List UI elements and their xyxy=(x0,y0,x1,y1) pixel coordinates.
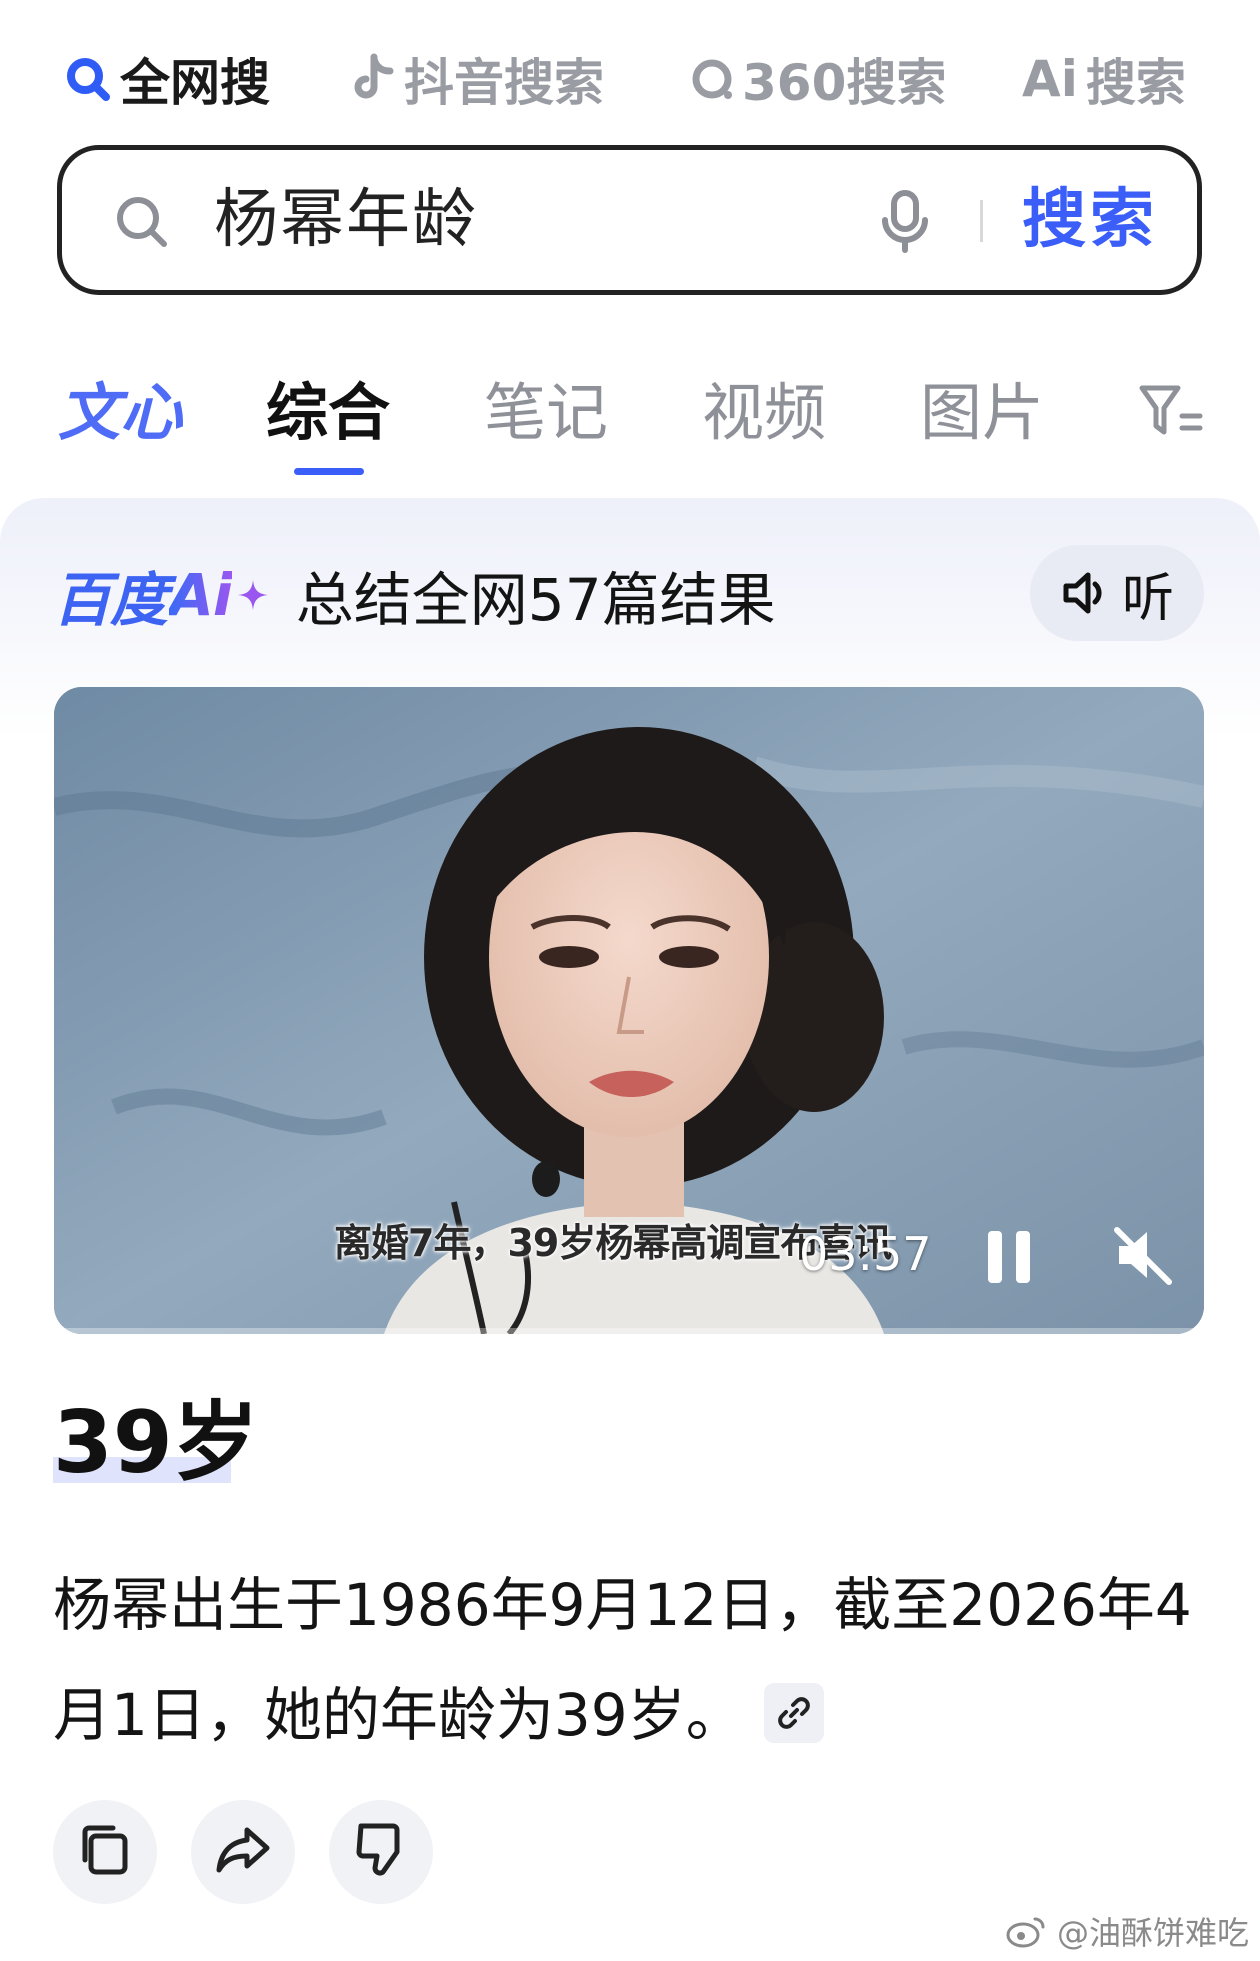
video-timecode: 03:57 xyxy=(799,1227,932,1281)
share-icon xyxy=(213,1822,273,1882)
search-input[interactable]: 杨幂年龄 xyxy=(214,150,478,290)
microphone-icon[interactable] xyxy=(877,190,933,258)
source-link-icon[interactable] xyxy=(763,1682,824,1743)
answer-block: 39岁 xyxy=(53,1395,259,1491)
video-progress-bar[interactable] xyxy=(54,1328,1204,1334)
tab-notes[interactable]: 笔记 xyxy=(484,370,608,456)
filter-icon[interactable] xyxy=(1138,382,1204,446)
speaker-icon xyxy=(1060,567,1112,619)
360-logo-icon xyxy=(690,55,734,103)
engine-label: 360搜索 xyxy=(742,54,947,112)
engine-ai[interactable]: Ai 搜索 xyxy=(1022,44,1186,114)
ai-card-header: 百度 Ai 总结全网57篇结果 xyxy=(53,545,776,645)
copy-icon xyxy=(77,1822,133,1882)
answer-actions xyxy=(53,1800,467,1904)
answer-headline: 39岁 xyxy=(53,1393,259,1493)
mute-icon[interactable] xyxy=(1109,1222,1175,1292)
active-tab-indicator xyxy=(294,468,364,475)
watermark-text: @油酥饼难吃 xyxy=(1057,1914,1250,1952)
ai-logo-icon: Ai xyxy=(1022,50,1078,108)
engine-label: 全网搜 xyxy=(120,54,270,112)
engine-douyin[interactable]: 抖音搜索 xyxy=(352,44,604,114)
logo-ai-text: Ai xyxy=(169,561,233,629)
engine-label: 搜索 xyxy=(1085,54,1186,112)
thumbs-down-icon xyxy=(353,1820,409,1884)
listen-button[interactable]: 听 xyxy=(1030,545,1204,641)
copy-button[interactable] xyxy=(53,1800,157,1904)
ai-summary-title: 总结全网57篇结果 xyxy=(295,566,776,634)
share-button[interactable] xyxy=(191,1800,295,1904)
listen-label: 听 xyxy=(1121,568,1174,629)
answer-description: 杨幂出生于1986年9月12日，截至2026年4月1日，她的年龄为39岁。 xyxy=(53,1571,1192,1749)
weibo-icon xyxy=(1005,1913,1049,1949)
tab-images[interactable]: 图片 xyxy=(920,370,1044,456)
search-bar: 杨幂年龄 搜索 xyxy=(57,145,1202,295)
engine-360[interactable]: 360搜索 xyxy=(690,44,946,114)
tab-videos[interactable]: 视频 xyxy=(702,370,826,456)
logo-text: 百度 xyxy=(53,566,168,634)
result-tabs: 文心 综合 笔记 视频 图片 xyxy=(0,370,1260,475)
tab-all[interactable]: 综合 xyxy=(266,370,390,456)
search-icon xyxy=(114,194,170,254)
magnifier-icon xyxy=(64,55,112,103)
engine-switcher: 全网搜 抖音搜索 360搜索 Ai 搜索 xyxy=(0,44,1260,114)
weibo-watermark: @油酥饼难吃 xyxy=(1005,1908,1249,1954)
tiktok-icon xyxy=(352,53,396,105)
video-player[interactable]: 离婚7年，39岁杨幂高调宣布喜讯 03:57 xyxy=(54,687,1204,1334)
baidu-ai-logo: 百度 Ai xyxy=(53,553,270,637)
search-button[interactable]: 搜索 xyxy=(1022,150,1158,290)
dislike-button[interactable] xyxy=(329,1800,433,1904)
engine-label: 抖音搜索 xyxy=(404,54,604,112)
divider xyxy=(980,200,983,242)
pause-icon[interactable] xyxy=(984,1227,1036,1291)
engine-all-web[interactable]: 全网搜 xyxy=(64,44,270,114)
tab-wenxin[interactable]: 文心 xyxy=(58,370,182,456)
sparkle-icon xyxy=(236,578,270,612)
answer-description-block: 杨幂出生于1986年9月12日，截至2026年4月1日，她的年龄为39岁。 xyxy=(53,1550,1213,1770)
